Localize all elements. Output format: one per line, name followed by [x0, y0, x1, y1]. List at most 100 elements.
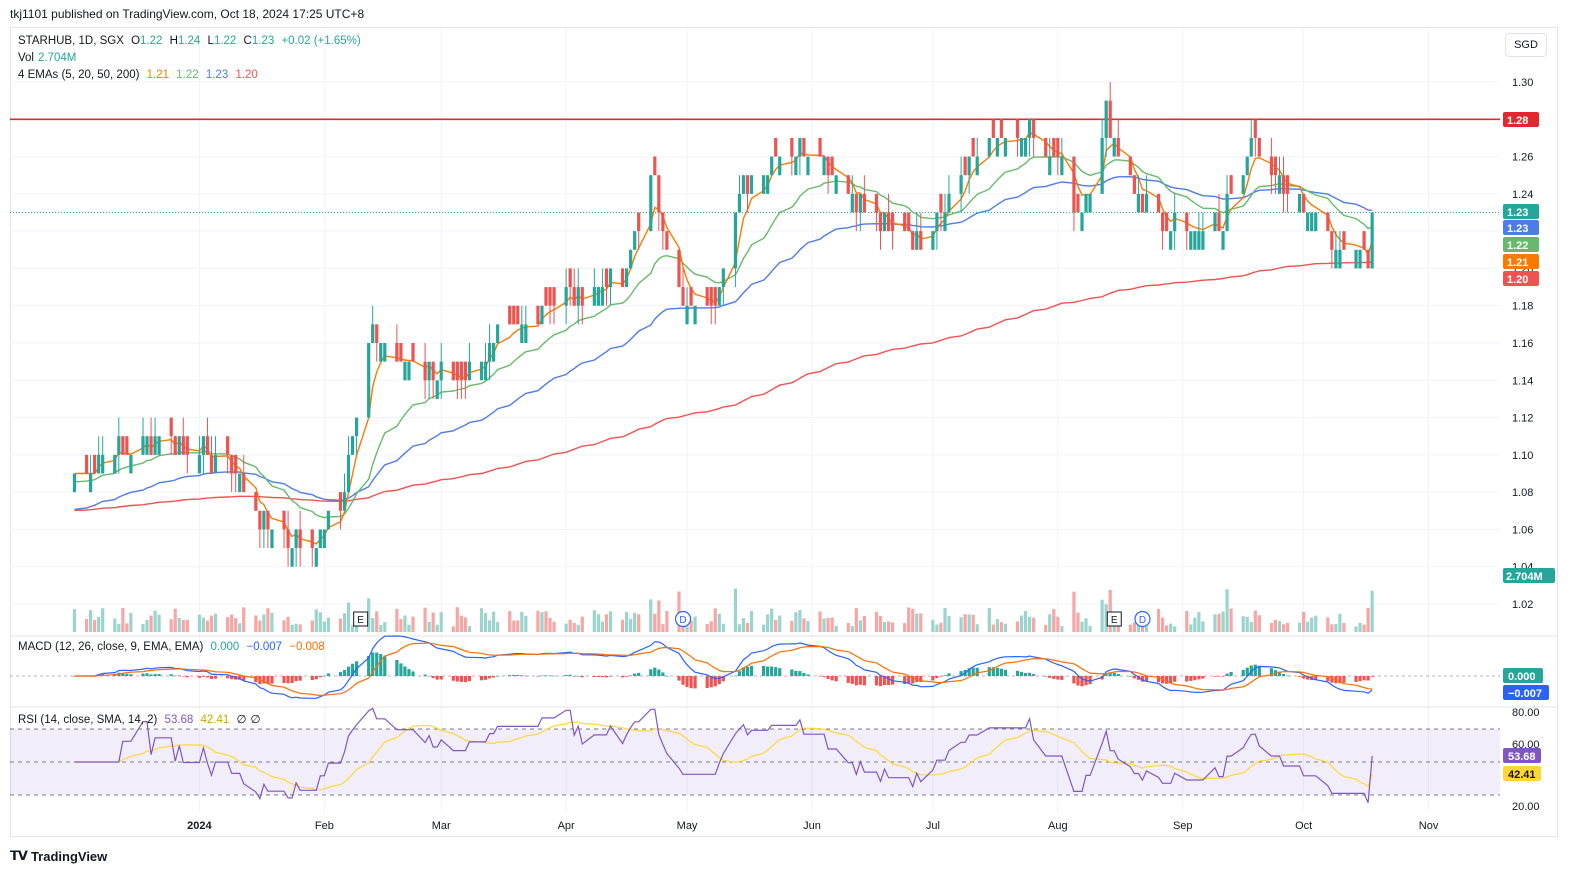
volume-bar	[326, 617, 330, 632]
macd-histogram-bar	[512, 674, 516, 676]
macd-histogram-bar	[209, 676, 214, 679]
macd-histogram-bar	[798, 671, 802, 676]
macd-histogram-bar	[1116, 673, 1120, 676]
macd-histogram-bar	[790, 669, 794, 676]
macd-histogram-bar	[854, 676, 858, 686]
candle-body	[665, 231, 669, 250]
candle-body	[350, 436, 355, 455]
candle-body	[173, 436, 177, 455]
volume-bar	[230, 614, 234, 632]
candle-body	[762, 175, 766, 194]
volume-bar	[552, 621, 556, 632]
macd-histogram-bar	[1044, 676, 1048, 677]
volume-bar	[685, 626, 689, 632]
candle-body	[1253, 119, 1257, 138]
macd-histogram-bar	[693, 676, 697, 689]
price-tick-label: 1.08	[1512, 487, 1533, 499]
candle-body	[435, 380, 439, 399]
candle-body	[1358, 249, 1362, 269]
macd-histogram-bar	[653, 667, 657, 676]
macd-histogram-bar	[1032, 674, 1036, 676]
volume-bar	[919, 613, 923, 632]
volume-bar	[850, 626, 854, 632]
candle-body	[145, 436, 149, 455]
currency-button[interactable]: SGD	[1505, 33, 1547, 57]
candle-body	[512, 305, 516, 325]
candle-body	[633, 231, 637, 250]
chart-canvas[interactable]: 1.30 1.28 1.26 1.24 1.22 1.20 1.18 1.16 1.14 1.12…	[0, 0, 1586, 883]
macd-histogram-bar	[149, 674, 153, 676]
macd-histogram-bar	[141, 673, 145, 676]
macd-histogram-bar	[633, 673, 637, 676]
candle-body	[226, 436, 230, 455]
candle-body	[258, 510, 262, 530]
volume-bar	[270, 612, 274, 632]
macd-histogram-bar	[342, 670, 347, 676]
volume-axis-label: 2.704M	[1506, 571, 1543, 583]
symbol-label: STARHUB, 1D, SGX	[18, 35, 124, 47]
macd-histogram-bar	[395, 660, 399, 676]
macd-histogram-bar	[665, 675, 669, 677]
volume-bar	[282, 620, 286, 632]
volume-bar	[226, 617, 230, 632]
event-label: D	[679, 615, 686, 626]
candle-body	[540, 305, 544, 325]
volume-bar	[637, 614, 641, 632]
candle-body	[802, 137, 806, 157]
volume-bar	[947, 616, 951, 632]
macd-histogram-bar	[681, 676, 685, 685]
volume-bar	[93, 619, 97, 632]
volume-bar	[1277, 621, 1282, 632]
candle-body	[254, 492, 258, 511]
time-tick-label: May	[677, 820, 698, 832]
volume-bar	[608, 611, 613, 632]
candle-body	[1015, 119, 1020, 138]
macd-histogram-bar	[770, 666, 774, 676]
candle-body	[620, 268, 625, 288]
time-tick-label: Mar	[432, 820, 451, 832]
volume-bar	[1044, 625, 1048, 632]
candle-body	[1028, 119, 1032, 138]
low-value: 1.22	[213, 35, 237, 47]
macd-histogram-bar	[1015, 670, 1020, 676]
volume-bar	[1197, 612, 1201, 632]
candle-body	[907, 212, 911, 232]
macd-histogram-bar	[947, 673, 951, 676]
candle-body	[826, 156, 830, 176]
candle-body	[1116, 137, 1120, 157]
volume-bar	[798, 610, 802, 632]
volume-bar	[89, 610, 93, 632]
ema200-value: 1.20	[235, 69, 258, 81]
volume-bar	[1334, 624, 1338, 632]
candle-body	[270, 529, 274, 549]
macd-histogram-bar	[423, 674, 427, 676]
macd-histogram-bar	[173, 675, 177, 677]
candle-body	[919, 231, 923, 250]
macd-histogram-bar	[322, 675, 326, 677]
candle-body	[854, 193, 858, 213]
macd-histogram-bar	[830, 676, 834, 681]
price-tick-label: 1.18	[1512, 301, 1533, 313]
price-tick-label: 1.12	[1512, 413, 1533, 425]
macd-histogram-bar	[749, 665, 754, 676]
price-tick-label: 1.10	[1512, 450, 1533, 462]
volume-bar	[1015, 621, 1020, 632]
volume-bar	[1169, 623, 1173, 632]
macd-histogram-bar	[794, 670, 798, 676]
candle-body	[346, 454, 351, 493]
volume-bar	[1080, 621, 1084, 632]
candle-body	[1217, 212, 1221, 232]
event-label: D	[1139, 615, 1146, 626]
volume-bar	[141, 623, 145, 632]
volume-bar	[1306, 621, 1310, 632]
volume-bar	[1269, 623, 1274, 632]
volume-bar	[903, 623, 907, 632]
volume-bar	[705, 624, 709, 632]
volume-bar	[548, 618, 552, 632]
candle-body	[874, 193, 879, 213]
volume-bar	[774, 619, 778, 632]
volume-bar	[487, 620, 492, 632]
volume-bar	[338, 618, 343, 632]
volume-bar	[342, 613, 347, 632]
macd-histogram-bar	[326, 673, 330, 676]
